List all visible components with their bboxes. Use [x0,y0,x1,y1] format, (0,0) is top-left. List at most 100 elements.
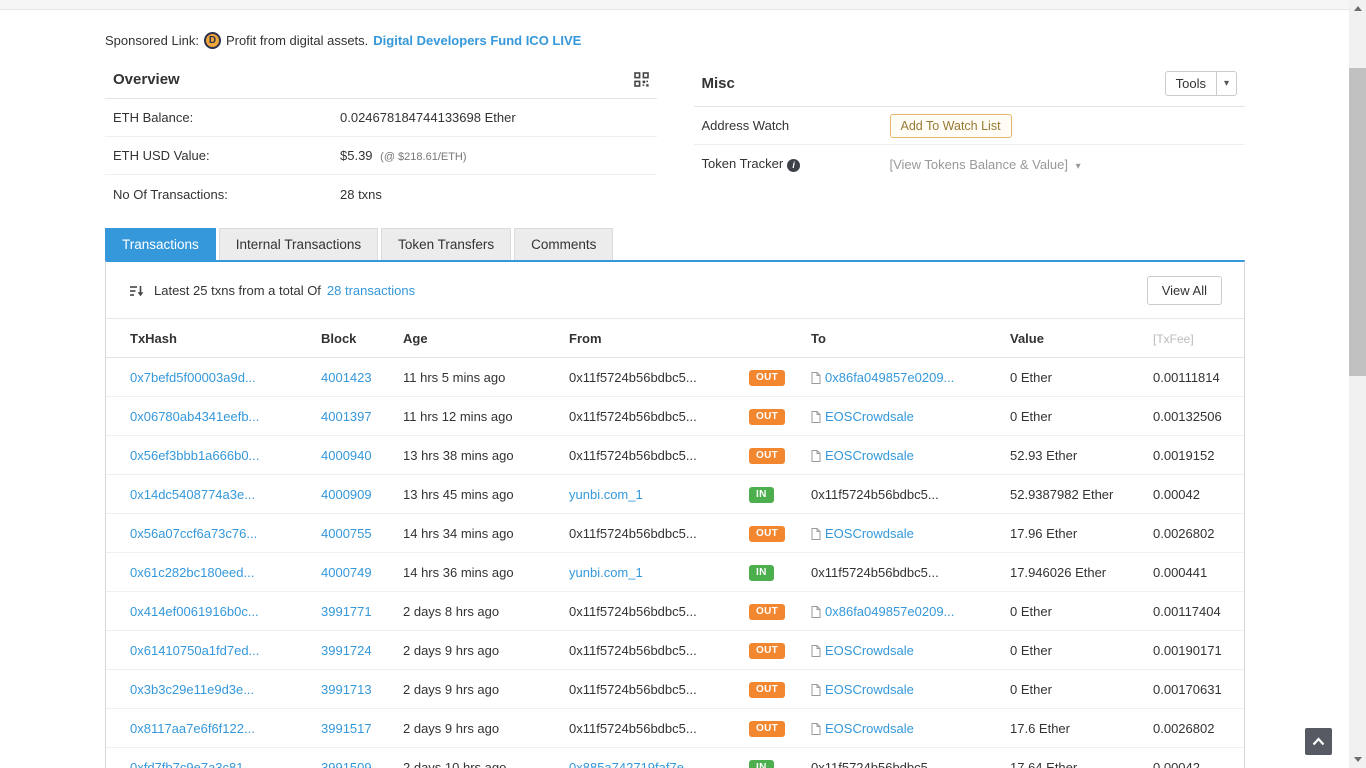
txhash-link[interactable]: 0x7befd5f00003a9d... [130,370,256,385]
block-link[interactable]: 3991771 [321,604,372,619]
to-link[interactable]: EOSCrowdsale [825,643,914,658]
txhash-link[interactable]: 0x8117aa7e6f6f122... [130,721,255,736]
misc-title: Misc [701,75,735,92]
scrollbar [1349,0,1366,768]
table-row: 0x61c282bc180eed... 4000749 14 hrs 36 mi… [106,552,1244,592]
txfee-cell: 0.0026802 [1153,708,1244,748]
from-link[interactable]: 0x885a742719faf7e... [569,760,695,768]
direction-badge: OUT [749,721,786,737]
block-link[interactable]: 4001423 [321,370,372,385]
table-row: 0x14dc5408774a3e... 4000909 13 hrs 45 mi… [106,474,1244,514]
txhash-link[interactable]: 0x56ef3bbb1a666b0... [130,448,259,463]
tab-internal-transactions[interactable]: Internal Transactions [218,228,379,260]
block-link[interactable]: 4000909 [321,487,372,502]
table-row: 0x56a07ccf6a73c76... 4000755 14 hrs 34 m… [106,513,1244,553]
to-link[interactable]: EOSCrowdsale [825,721,914,736]
to-link[interactable]: 0x86fa049857e0209... [825,370,954,385]
direction-badge: OUT [749,643,786,659]
scrollbar-up-arrow[interactable] [1349,0,1366,17]
chevron-down-icon[interactable]: ▾ [1076,161,1081,172]
txhash-link[interactable]: 0x56a07ccf6a73c76... [130,526,257,541]
from-cell: 0x11f5724b56bdbc5... [569,669,749,709]
qr-code-icon[interactable] [633,72,649,87]
token-tracker-row: Token Tracker i [View Tokens Balance & Va… [694,145,1246,183]
contract-icon [811,527,821,540]
tools-dropdown[interactable]: Tools ▾ [1164,71,1237,96]
back-to-top-button[interactable] [1305,728,1332,755]
sponsored-text: Profit from digital assets. [225,33,369,48]
from-link[interactable]: yunbi.com_1 [569,487,643,502]
token-tracker-label: Token Tracker i [702,156,890,172]
txhash-link[interactable]: 0x3b3c29e11e9d3e... [130,682,254,697]
transactions-card: Latest 25 txns from a total Of 28 transa… [105,260,1245,768]
tab-bar: Transactions Internal Transactions Token… [105,228,1245,260]
block-link[interactable]: 4000755 [321,526,372,541]
block-link[interactable]: 3991509 [321,760,372,768]
txhash-link[interactable]: 0xfd7fb7c9e7a3c81... [130,760,254,768]
col-header-txhash: TxHash [130,319,321,358]
from-cell: 0x11f5724b56bdbc5... [569,396,749,436]
add-to-watch-list-button[interactable]: Add To Watch List [889,113,1012,138]
to-cell: 0x11f5724b56bdbc5... [811,552,1010,592]
txfee-cell: 0.00042 [1153,747,1244,768]
txhash-link[interactable]: 0x06780ab4341eefb... [130,409,259,424]
txn-count-value: 28 txns [340,186,382,202]
block-link[interactable]: 4000940 [321,448,372,463]
scrollbar-down-arrow[interactable] [1349,751,1366,768]
tools-button[interactable]: Tools [1166,72,1216,95]
age-cell: 2 days 8 hrs ago [403,591,569,631]
block-link[interactable]: 3991724 [321,643,372,658]
age-cell: 11 hrs 5 mins ago [403,357,569,397]
block-link[interactable]: 3991517 [321,721,372,736]
direction-badge: OUT [749,526,786,542]
value-cell: 17.96 Ether [1010,513,1153,553]
block-link[interactable]: 3991713 [321,682,372,697]
tab-token-transfers[interactable]: Token Transfers [381,228,512,260]
txn-summary-text: Latest 25 txns from a total Of [154,283,321,298]
col-header-from: From [569,319,749,358]
block-link[interactable]: 4000749 [321,565,372,580]
from-cell: 0x11f5724b56bdbc5... [569,630,749,670]
value-cell: 0 Ether [1010,630,1153,670]
token-tracker-dropdown[interactable]: [View Tokens Balance & Value] [890,157,1069,172]
col-header-to: To [811,319,1010,358]
to-link[interactable]: 0x86fa049857e0209... [825,604,954,619]
chevron-down-icon[interactable]: ▾ [1215,72,1236,95]
info-icon[interactable]: i [787,158,801,172]
txhash-link[interactable]: 0x414ef0061916b0c... [130,604,259,619]
txhash-link[interactable]: 0x61c282bc180eed... [130,565,254,580]
txn-count-link[interactable]: 28 transactions [327,283,415,298]
txhash-link[interactable]: 0x61410750a1fd7ed... [130,643,259,658]
age-cell: 2 days 9 hrs ago [403,630,569,670]
age-cell: 13 hrs 38 mins ago [403,435,569,475]
value-cell: 0 Ether [1010,357,1153,397]
txhash-link[interactable]: 0x14dc5408774a3e... [130,487,255,502]
from-cell: 0x11f5724b56bdbc5... [569,435,749,475]
address-watch-label: Address Watch [701,118,790,133]
from-link[interactable]: yunbi.com_1 [569,565,643,580]
table-row: 0x8117aa7e6f6f122... 3991517 2 days 9 hr… [106,708,1244,748]
txfee-cell: 0.00170631 [1153,669,1244,709]
tab-comments[interactable]: Comments [514,228,614,260]
from-cell: 0x11f5724b56bdbc5... [569,591,749,631]
eth-balance-row: ETH Balance: 0.024678184744133698 Ether [105,99,657,137]
scrollbar-thumb[interactable] [1349,68,1366,376]
to-link[interactable]: EOSCrowdsale [825,448,914,463]
direction-badge: OUT [749,448,786,464]
sponsored-ico-link[interactable]: Digital Developers Fund ICO LIVE [373,33,581,48]
age-cell: 13 hrs 45 mins ago [403,474,569,514]
col-header-age: Age [403,319,569,358]
table-row: 0x56ef3bbb1a666b0... 4000940 13 hrs 38 m… [106,435,1244,475]
age-cell: 2 days 10 hrs ago [403,747,569,768]
col-header-block: Block [321,319,403,358]
direction-badge: IN [749,565,774,581]
age-cell: 14 hrs 34 mins ago [403,513,569,553]
tab-transactions[interactable]: Transactions [105,228,216,260]
block-link[interactable]: 4001397 [321,409,372,424]
view-all-button[interactable]: View All [1146,276,1222,305]
to-link[interactable]: EOSCrowdsale [825,526,914,541]
transactions-table: TxHash Block Age From To Value [TxFee] 0… [106,319,1244,768]
to-link[interactable]: EOSCrowdsale [825,682,914,697]
table-row: 0x414ef0061916b0c... 3991771 2 days 8 hr… [106,591,1244,631]
to-link[interactable]: EOSCrowdsale [825,409,914,424]
